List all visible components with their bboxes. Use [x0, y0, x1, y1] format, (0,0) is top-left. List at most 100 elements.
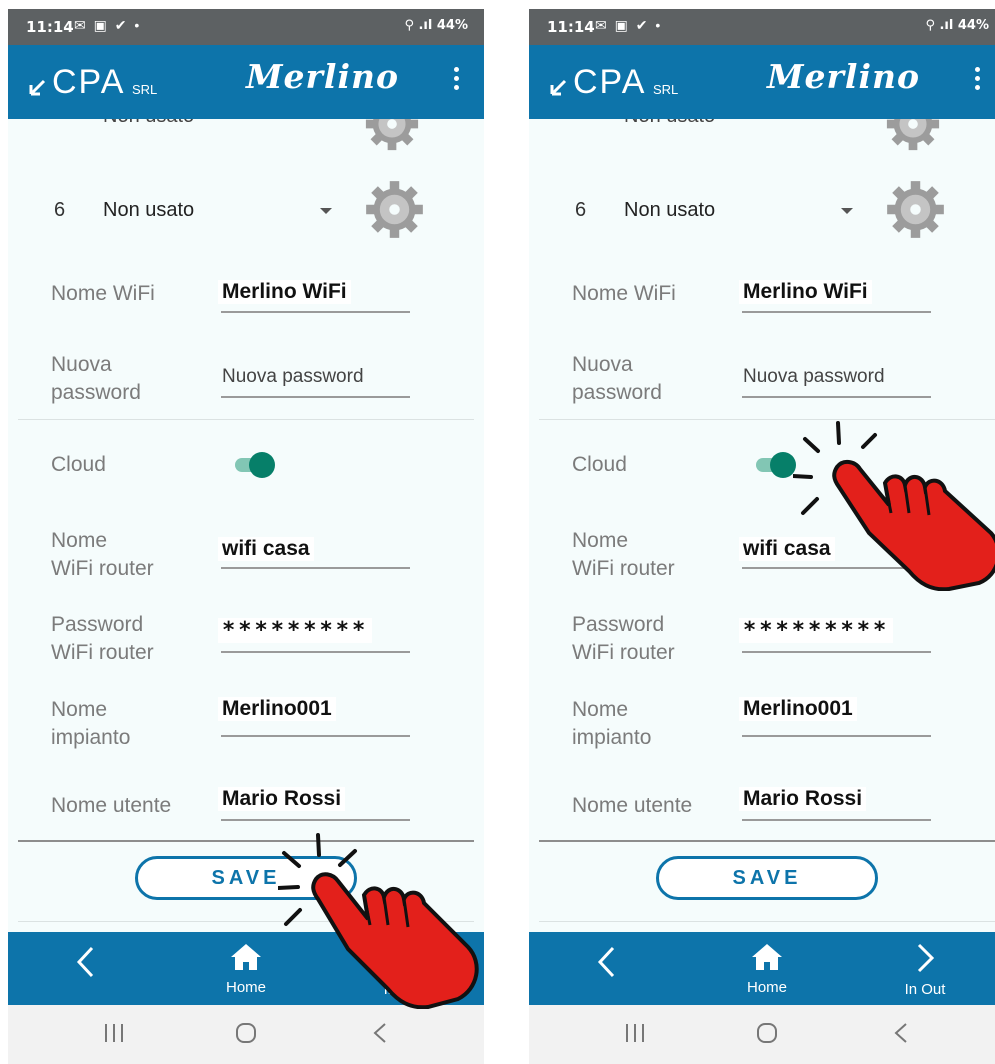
- nav-home-label: Home: [225, 979, 266, 996]
- back-icon[interactable]: [371, 1022, 389, 1044]
- gear-icon[interactable]: [884, 119, 942, 153]
- plant-name-underline: [742, 735, 931, 737]
- svg-text:CPA: CPA: [573, 63, 646, 99]
- tap-hand-icon: [793, 421, 995, 591]
- plant-name-underline: [221, 735, 410, 737]
- relay-select[interactable]: Non usato: [624, 199, 715, 222]
- app-bar: CPA SRL Merlino: [8, 45, 484, 119]
- cpa-logo: CPA SRL: [549, 63, 699, 104]
- user-name-label: Nome utente: [51, 794, 172, 817]
- router-password-input[interactable]: *********: [218, 618, 373, 643]
- user-name-label: Nome utente: [572, 794, 693, 817]
- cpa-logo: CPA SRL: [28, 63, 178, 104]
- router-name-label-1: Nome: [51, 529, 108, 552]
- save-divider: [539, 921, 995, 922]
- status-bar: 11:14 ✉ ▣ ✔ • ⚲ .ıl 44%: [8, 9, 484, 45]
- recents-icon[interactable]: [623, 1022, 647, 1044]
- app-bar: CPA SRL Merlino: [529, 45, 995, 119]
- relay-number: 6: [54, 199, 66, 221]
- logo-arrow-icon: CPA SRL: [29, 63, 157, 101]
- cloud-label: Cloud: [572, 453, 627, 476]
- battery-level: 44%: [957, 18, 989, 33]
- router-name-label-2: WiFi router: [572, 557, 675, 580]
- chevron-down-icon[interactable]: [841, 208, 853, 214]
- router-password-label-2: WiFi router: [51, 641, 154, 664]
- home-icon: [752, 944, 782, 970]
- relay-select[interactable]: Non usato: [103, 199, 194, 222]
- router-password-label-1: Password: [572, 613, 665, 636]
- user-name-input[interactable]: Mario Rossi: [218, 787, 346, 811]
- chevron-down-icon[interactable]: [320, 208, 332, 214]
- plant-name-label-1: Nome: [572, 698, 629, 721]
- home-icon: [231, 944, 261, 970]
- notification-icons: ✉ ▣ ✔ •: [595, 17, 663, 33]
- status-time: 11:14: [26, 18, 74, 36]
- wifi-name-label: Nome WiFi: [572, 282, 676, 305]
- status-bar: 11:14 ✉ ▣ ✔ • ⚲ .ıl 44%: [529, 9, 995, 45]
- recents-icon[interactable]: [102, 1022, 126, 1044]
- svg-text:SRL: SRL: [653, 82, 678, 97]
- phone-screen-cloud-step: 11:14 ✉ ▣ ✔ • ⚲ .ıl 44% CPA SRL Merlino …: [529, 9, 995, 1064]
- user-name-underline: [221, 819, 410, 821]
- router-password-label-1: Password: [51, 613, 144, 636]
- save-button[interactable]: SAVE: [656, 856, 878, 900]
- battery-level: 44%: [436, 18, 468, 33]
- gear-icon[interactable]: [363, 119, 421, 153]
- circle-home-icon[interactable]: [234, 1022, 258, 1044]
- new-password-input[interactable]: Nuova password: [222, 366, 364, 388]
- circle-home-icon[interactable]: [755, 1022, 779, 1044]
- plant-name-label-1: Nome: [51, 698, 108, 721]
- notification-icons: ✉ ▣ ✔ •: [74, 17, 142, 33]
- plant-name-input[interactable]: Merlino001: [739, 697, 857, 721]
- wifi-name-input[interactable]: Merlino WiFi: [218, 280, 351, 304]
- wifi-name-label: Nome WiFi: [51, 282, 155, 305]
- settings-form: Non usato 6 Non usato Nome WiFi Merlino …: [8, 119, 484, 932]
- new-password-underline: [221, 396, 410, 398]
- router-name-underline: [221, 567, 410, 569]
- chevron-left-icon[interactable]: [595, 944, 619, 980]
- cloud-toggle[interactable]: [752, 447, 796, 483]
- router-password-underline: [742, 651, 931, 653]
- plant-name-label-2: impianto: [51, 726, 131, 749]
- plant-name-input[interactable]: Merlino001: [218, 697, 336, 721]
- section-divider: [18, 419, 474, 420]
- relay-select-partial: Non usato: [624, 119, 715, 128]
- nav-home[interactable]: Home: [210, 942, 282, 996]
- svg-text:SRL: SRL: [132, 82, 157, 97]
- chevron-left-icon[interactable]: [74, 944, 98, 980]
- user-name-input[interactable]: Mario Rossi: [739, 787, 867, 811]
- phone-screen-save-step: 11:14 ✉ ▣ ✔ • ⚲ .ıl 44% CPA SRL Merlino …: [8, 9, 484, 1064]
- svg-text:CPA: CPA: [52, 63, 125, 99]
- bottom-nav: Home In Out: [529, 932, 995, 1005]
- tap-hand-icon: [278, 833, 479, 1009]
- router-password-label-2: WiFi router: [572, 641, 675, 664]
- gear-icon[interactable]: [363, 178, 426, 241]
- section-divider: [539, 419, 995, 420]
- wifi-name-underline: [221, 311, 410, 313]
- router-name-label-2: WiFi router: [51, 557, 154, 580]
- app-title: Merlino: [246, 57, 399, 96]
- gear-icon[interactable]: [884, 178, 947, 241]
- chevron-right-icon: [917, 943, 935, 973]
- back-icon[interactable]: [892, 1022, 910, 1044]
- status-right: ⚲ .ıl 44%: [404, 18, 468, 33]
- wifi-signal-icon: ⚲ .ıl: [925, 18, 958, 33]
- app-title: Merlino: [767, 57, 920, 96]
- user-name-underline: [742, 819, 931, 821]
- router-name-input[interactable]: wifi casa: [218, 537, 314, 561]
- nav-home[interactable]: Home: [731, 942, 803, 996]
- new-password-label-2: password: [572, 381, 662, 404]
- overflow-menu-icon[interactable]: [454, 67, 460, 94]
- cloud-toggle[interactable]: [231, 447, 275, 483]
- router-password-input[interactable]: *********: [739, 618, 894, 643]
- plant-name-label-2: impianto: [572, 726, 652, 749]
- status-right: ⚲ .ıl 44%: [925, 18, 989, 33]
- relay-select-partial: Non usato: [103, 119, 194, 128]
- nav-inout[interactable]: In Out: [901, 942, 949, 998]
- nav-inout-label: In Out: [904, 981, 946, 998]
- overflow-menu-icon[interactable]: [975, 67, 981, 94]
- system-nav-bar: [529, 1005, 995, 1064]
- new-password-input[interactable]: Nuova password: [743, 366, 885, 388]
- system-nav-bar: [8, 1005, 484, 1064]
- wifi-name-input[interactable]: Merlino WiFi: [739, 280, 872, 304]
